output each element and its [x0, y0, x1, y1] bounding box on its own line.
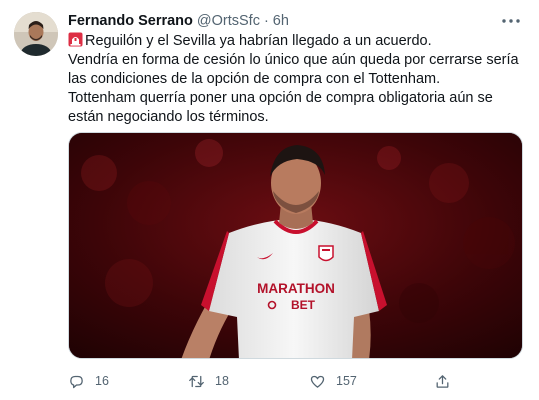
author-avatar[interactable] [14, 12, 58, 56]
rotating-light-icon [68, 32, 83, 47]
header-separator: · [263, 13, 269, 29]
tweet-text-line-1: Reguilón y el Sevilla ya habrían llegado… [68, 32, 523, 51]
tweet-text: Reguilón y el Sevilla ya habrían llegado… [68, 32, 523, 127]
heart-icon [310, 375, 325, 388]
tweet-timestamp[interactable]: 6h [273, 13, 289, 29]
reply-icon [70, 375, 83, 388]
retweet-icon [189, 375, 204, 387]
tweet-photo[interactable]: MARATHON BET [68, 132, 523, 359]
retweet-count: 18 [215, 374, 229, 388]
like-count: 157 [336, 374, 357, 388]
reply-button[interactable]: 16 [68, 373, 109, 390]
tweet-text-line-1-content: Reguilón y el Sevilla ya habrían llegado… [85, 33, 432, 49]
share-button[interactable] [434, 373, 451, 390]
shirt-sponsor-line1: MARATHON [257, 281, 335, 296]
tweet-text-line-2: Vendría en forma de cesión lo único que … [68, 52, 519, 87]
author-name[interactable]: Fernando Serrano [68, 13, 193, 29]
more-options-icon[interactable] [500, 13, 522, 29]
reply-count: 16 [95, 374, 109, 388]
like-button[interactable]: 157 [309, 373, 357, 390]
tweet-header: Fernando Serrano @OrtsSfc · 6h [68, 11, 289, 31]
shirt-sponsor-line2: BET [291, 298, 316, 312]
author-handle[interactable]: @OrtsSfc [197, 13, 260, 29]
tweet-card[interactable]: Fernando Serrano @OrtsSfc · 6h Reguilón … [0, 0, 539, 400]
share-icon [436, 374, 449, 388]
tweet-actions: 16 18 157 [68, 371, 523, 391]
tweet-text-line-3: Tottenham querría poner una opción de co… [68, 90, 493, 125]
retweet-button[interactable]: 18 [188, 373, 229, 390]
